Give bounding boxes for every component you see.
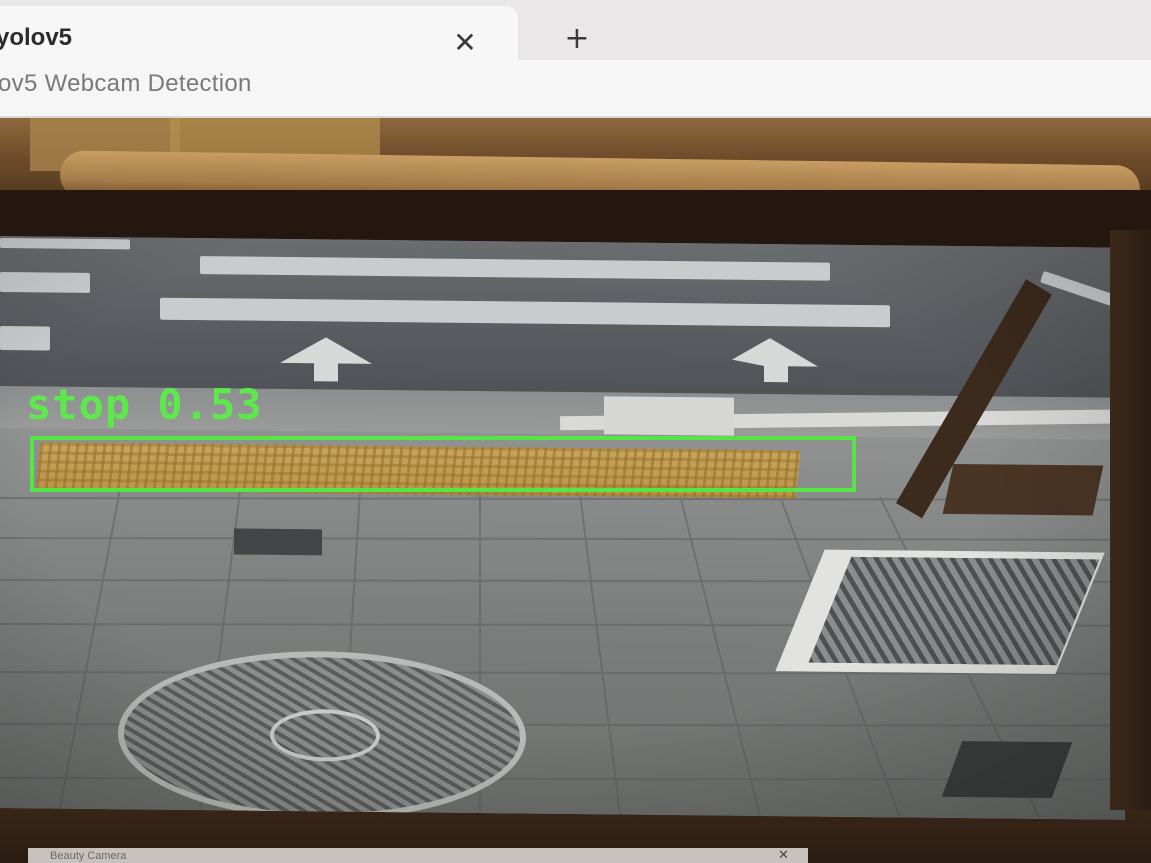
vignette [0, 236, 1125, 820]
close-icon[interactable]: ✕ [778, 848, 789, 863]
taskbar-window[interactable] [28, 848, 808, 863]
webcam-feed [0, 236, 1125, 820]
browser-tab-bar: yolov5 ✕ + [0, 0, 1151, 60]
taskbar-window-label: Beauty Camera [50, 850, 127, 862]
page-title: ov5 Webcam Detection [0, 70, 252, 97]
browser-tab[interactable]: yolov5 ✕ [0, 6, 518, 60]
detection-label: stop 0.53 [26, 380, 263, 429]
detection-bounding-box [30, 436, 856, 492]
wooden-frame-right [1110, 230, 1151, 810]
tab-title: yolov5 [0, 24, 73, 51]
close-icon[interactable]: ✕ [448, 26, 482, 60]
plus-icon[interactable]: + [560, 22, 594, 56]
screen: yolov5 ✕ + ov5 Webcam Detection stop 0.5… [0, 0, 1151, 863]
